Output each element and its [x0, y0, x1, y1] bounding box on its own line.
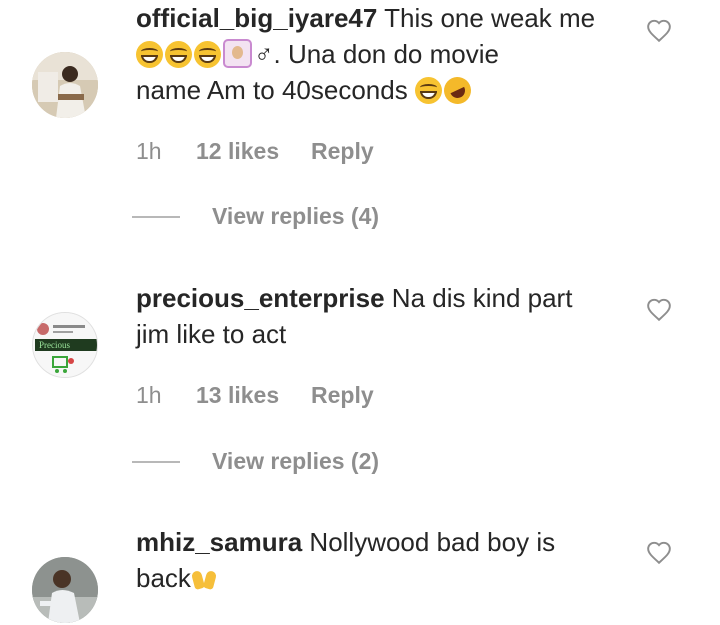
reply-button[interactable]: Reply: [311, 380, 374, 410]
avatar[interactable]: [32, 52, 98, 118]
likes-count[interactable]: 12 likes: [196, 136, 279, 166]
heart-outline-icon[interactable]: [646, 540, 672, 566]
rolling-on-floor-laughing-icon: [439, 72, 476, 109]
grinning-squinting-face-icon: [194, 41, 221, 68]
comment-text-line1: Na dis kind part: [384, 283, 573, 313]
divider-line: [132, 461, 180, 463]
comment-text-line1: Nollywood bad boy is: [302, 527, 556, 557]
comment-text: mhiz_samura Nollywood bad boy is back: [136, 524, 636, 596]
grinning-squinting-face-icon: [136, 41, 163, 68]
reply-button[interactable]: Reply: [311, 136, 374, 166]
view-replies-label: View replies (2): [212, 448, 380, 474]
avatar-photo: [32, 557, 98, 623]
divider-line: [132, 216, 180, 218]
likes-count[interactable]: 13 likes: [196, 380, 279, 410]
comment-text-line3: name Am to 40seconds: [136, 75, 415, 105]
comment-timestamp: 1h: [136, 138, 162, 164]
comment-text-line1: This one weak me: [377, 3, 596, 33]
avatar[interactable]: Precious: [32, 312, 98, 378]
comment-text: precious_enterprise Na dis kind part jim…: [136, 280, 636, 352]
comment-text-line2: jim like to act: [136, 319, 287, 349]
avatar[interactable]: [32, 557, 98, 623]
comment-timestamp: 1h: [136, 382, 162, 408]
person-facepalming-icon: [223, 39, 252, 68]
comment-username[interactable]: precious_enterprise: [136, 283, 385, 313]
comment-text-line2: . Una don do movie: [273, 39, 499, 69]
comment-text: official_big_iyare47 This one weak me ♂.…: [136, 0, 636, 109]
comment-text-line2: back: [136, 563, 191, 593]
raising-hands-icon: [191, 565, 218, 592]
comment-username[interactable]: official_big_iyare47: [136, 3, 377, 33]
heart-outline-icon[interactable]: [646, 18, 672, 44]
view-replies-label: View replies (4): [212, 203, 380, 229]
grinning-squinting-face-icon: [165, 41, 192, 68]
heart-outline-icon[interactable]: [646, 297, 672, 323]
avatar-photo: [32, 52, 98, 118]
male-sign: ♂: [254, 39, 274, 69]
grinning-squinting-face-icon: [414, 77, 442, 104]
avatar-brand-text: Precious: [39, 340, 70, 350]
comment-username[interactable]: mhiz_samura: [136, 527, 302, 557]
